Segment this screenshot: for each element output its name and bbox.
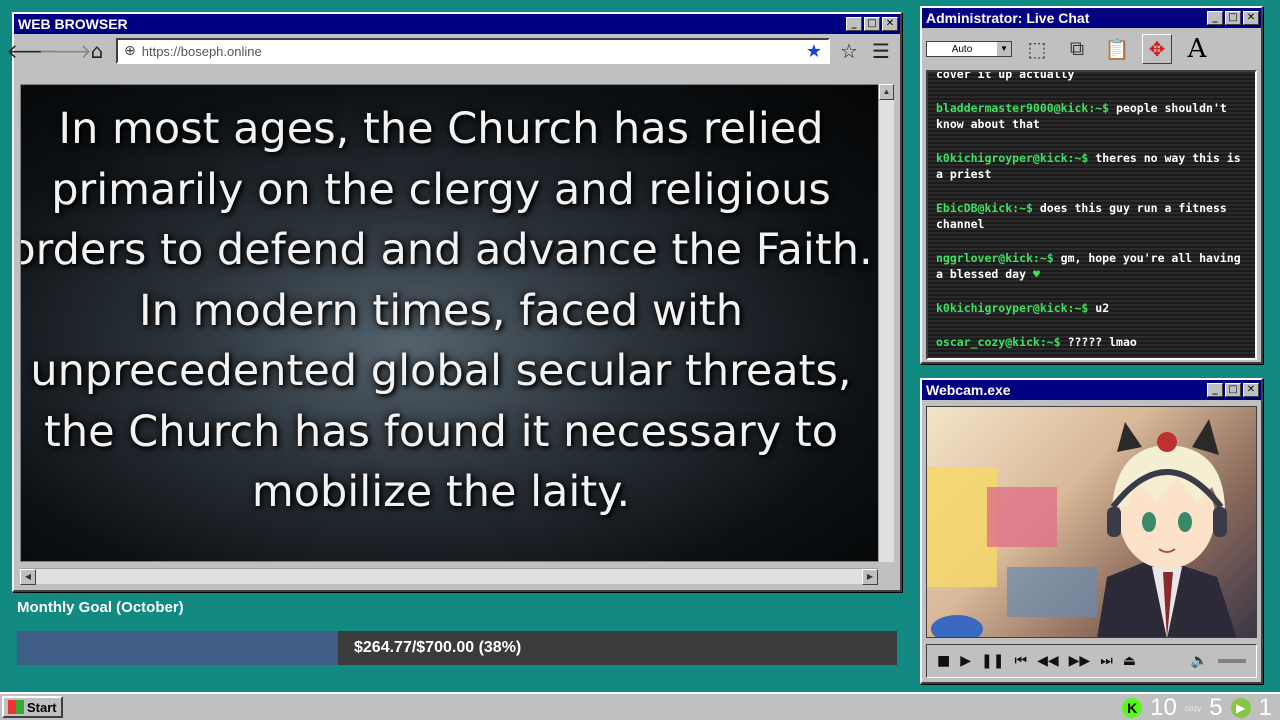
stop-icon[interactable]: ■: [937, 653, 950, 669]
font-icon[interactable]: A: [1182, 34, 1212, 64]
close-button[interactable]: ✕: [882, 17, 898, 31]
maximize-button[interactable]: □: [864, 17, 880, 31]
scroll-right-icon[interactable]: ▶: [862, 569, 878, 585]
address-bar[interactable]: ⊕ https://boseph.online ★: [116, 38, 830, 64]
minimize-button[interactable]: _: [1207, 383, 1223, 397]
kick-viewer-count: 10: [1150, 694, 1177, 720]
chat-text: ????? lmao: [1067, 335, 1137, 349]
bookmark-star-icon[interactable]: ★: [806, 41, 822, 62]
font-size-select[interactable]: Auto ▼: [926, 41, 1012, 57]
browser-window: WEB BROWSER _ □ ✕ 🡐 🡒 ⌂ ⊕ https://boseph…: [6, 12, 902, 592]
chat-message: nggrlover@kick:~$ gm, hope you're all ha…: [936, 250, 1247, 282]
vtuber-avatar: [927, 419, 1237, 637]
rumble-viewer-count: 1: [1258, 694, 1272, 720]
goal-amount: $264.77/$700.00 (38%): [354, 639, 522, 656]
web-content: In most ages, the Church has relied prim…: [20, 84, 882, 562]
skip-back-icon[interactable]: ⏮: [1014, 653, 1027, 669]
webcam-title: Webcam.exe: [926, 382, 1011, 398]
green-heart-icon: ♥: [1026, 267, 1040, 281]
eject-icon[interactable]: ⏏: [1123, 653, 1136, 669]
scroll-up-icon[interactable]: ▲: [879, 84, 894, 100]
start-label: Start: [27, 699, 57, 715]
rewind-icon[interactable]: ◀◀: [1037, 653, 1059, 669]
move-icon[interactable]: ✥: [1142, 34, 1172, 64]
forward-icon[interactable]: 🡒: [38, 38, 92, 64]
play-icon[interactable]: ▶: [960, 653, 971, 669]
goal-label: Monthly Goal (October): [17, 599, 184, 616]
vertical-scrollbar[interactable]: ▲: [878, 84, 894, 562]
browser-toolbar: 🡐 🡒 ⌂ ⊕ https://boseph.online ★ ☆ ☰: [6, 34, 900, 68]
skip-forward-icon[interactable]: ⏭: [1100, 653, 1113, 669]
chat-username: nggrlover@kick:~$: [936, 251, 1054, 265]
chat-toolbar: Auto ▼ ⬚ ⧉ 📋 ✥ A: [922, 28, 1261, 70]
select-icon[interactable]: ⬚: [1022, 34, 1052, 64]
favorites-icon[interactable]: ☆: [836, 38, 862, 64]
volume-slider[interactable]: [1218, 659, 1246, 663]
cozy-viewer-count: 5: [1209, 694, 1223, 720]
chat-message: cover it up actually: [936, 70, 1247, 82]
chat-username: oscar_cozy@kick:~$: [936, 335, 1061, 349]
chat-text: u2: [1095, 301, 1110, 315]
chat-username: k0kichigroyper@kick:~$: [936, 301, 1089, 315]
media-controls: ■ ▶ ❚❚ ⏮ ◀◀ ▶▶ ⏭ ⏏ 🔈: [926, 644, 1257, 678]
pause-icon[interactable]: ❚❚: [981, 653, 1004, 669]
chat-message: k0kichigroyper@kick:~$ u2: [936, 300, 1247, 316]
chat-window: Administrator: Live Chat _ □ ✕ Auto ▼ ⬚ …: [920, 6, 1263, 364]
volume-icon[interactable]: 🔈: [1191, 653, 1208, 669]
maximize-button[interactable]: □: [1225, 11, 1241, 25]
copy-icon[interactable]: ⧉: [1062, 34, 1092, 64]
windows-logo-icon: [8, 700, 24, 714]
horizontal-scrollbar[interactable]: ◀ ▶: [20, 568, 878, 585]
fast-forward-icon[interactable]: ▶▶: [1069, 653, 1091, 669]
menu-icon[interactable]: ☰: [868, 38, 894, 64]
chat-message: EbicDB@kick:~$ does this guy run a fitne…: [936, 200, 1247, 232]
chat-username: k0kichigroyper@kick:~$: [936, 151, 1089, 165]
home-icon[interactable]: ⌂: [84, 38, 110, 64]
scroll-left-icon[interactable]: ◀: [20, 569, 36, 585]
kick-icon: K: [1122, 698, 1143, 718]
goal-progress-bar: $264.77/$700.00 (38%): [17, 631, 897, 665]
url-text[interactable]: https://boseph.online: [142, 44, 800, 59]
browser-title: WEB BROWSER: [18, 16, 128, 32]
maximize-button[interactable]: □: [1225, 383, 1241, 397]
cozy-label: cozy: [1184, 703, 1202, 713]
paste-icon[interactable]: 📋: [1102, 34, 1132, 64]
chat-message: oscar_cozy@kick:~$ ????? lmao: [936, 334, 1247, 350]
taskbar: Start K 10 cozy 5 ▶ 1: [0, 692, 1280, 720]
browser-titlebar[interactable]: WEB BROWSER _ □ ✕: [14, 14, 900, 34]
webcam-titlebar[interactable]: Webcam.exe _ □ ✕: [922, 380, 1261, 400]
quote-text: In most ages, the Church has relied prim…: [20, 104, 873, 517]
chat-title: Administrator: Live Chat: [926, 10, 1090, 26]
start-button[interactable]: Start: [2, 696, 63, 718]
chat-username: EbicDB@kick:~$: [936, 201, 1033, 215]
font-size-value: Auto: [951, 43, 973, 55]
system-tray: K 10 cozy 5 ▶ 1: [1122, 694, 1272, 720]
chat-message: bladdermaster9000@kick:~$ people shouldn…: [936, 100, 1247, 132]
close-button[interactable]: ✕: [1243, 383, 1259, 397]
chat-message: k0kichigroyper@kick:~$ theres no way thi…: [936, 150, 1247, 182]
goal-progress-fill: [17, 631, 338, 665]
chat-username: bladdermaster9000@kick:~$: [936, 101, 1110, 115]
rumble-icon: ▶: [1230, 698, 1251, 718]
close-button[interactable]: ✕: [1243, 11, 1259, 25]
webcam-window: Webcam.exe _ □ ✕ ■ ▶ ❚❚ ⏮ ◀◀ ▶▶ ⏭ ⏏ 🔈: [920, 378, 1263, 684]
minimize-button[interactable]: _: [1207, 11, 1223, 25]
chat-text: cover it up actually: [936, 70, 1075, 81]
chat-log[interactable]: cover it up actually bladdermaster9000@ki…: [926, 70, 1257, 360]
webcam-video: [926, 406, 1257, 638]
chevron-down-icon[interactable]: ▼: [997, 42, 1011, 56]
globe-icon: ⊕: [124, 43, 136, 59]
chat-titlebar[interactable]: Administrator: Live Chat _ □ ✕: [922, 8, 1261, 28]
minimize-button[interactable]: _: [846, 17, 862, 31]
